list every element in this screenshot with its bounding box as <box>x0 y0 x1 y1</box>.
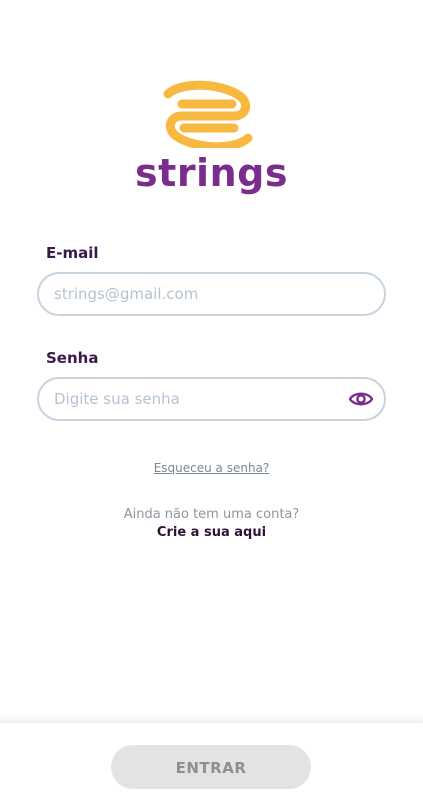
email-field-wrapper[interactable] <box>37 272 386 316</box>
logo-text: strings <box>135 151 288 195</box>
eye-icon[interactable] <box>348 387 374 411</box>
strings-logo-icon <box>163 80 253 148</box>
forgot-password-link[interactable]: Esqueceu a senha? <box>0 461 423 475</box>
logo: strings <box>0 78 423 198</box>
email-label: E-mail <box>46 244 99 262</box>
email-field[interactable] <box>54 274 334 314</box>
password-field-wrapper[interactable] <box>37 377 386 421</box>
create-account-link[interactable]: Crie a sua aqui <box>0 525 423 540</box>
password-label: Senha <box>46 349 99 367</box>
no-account-text: Ainda não tem uma conta? <box>123 507 300 522</box>
password-field[interactable] <box>54 379 334 419</box>
bottom-bar: ENTRAR <box>0 722 423 805</box>
enter-button[interactable]: ENTRAR <box>111 745 311 789</box>
